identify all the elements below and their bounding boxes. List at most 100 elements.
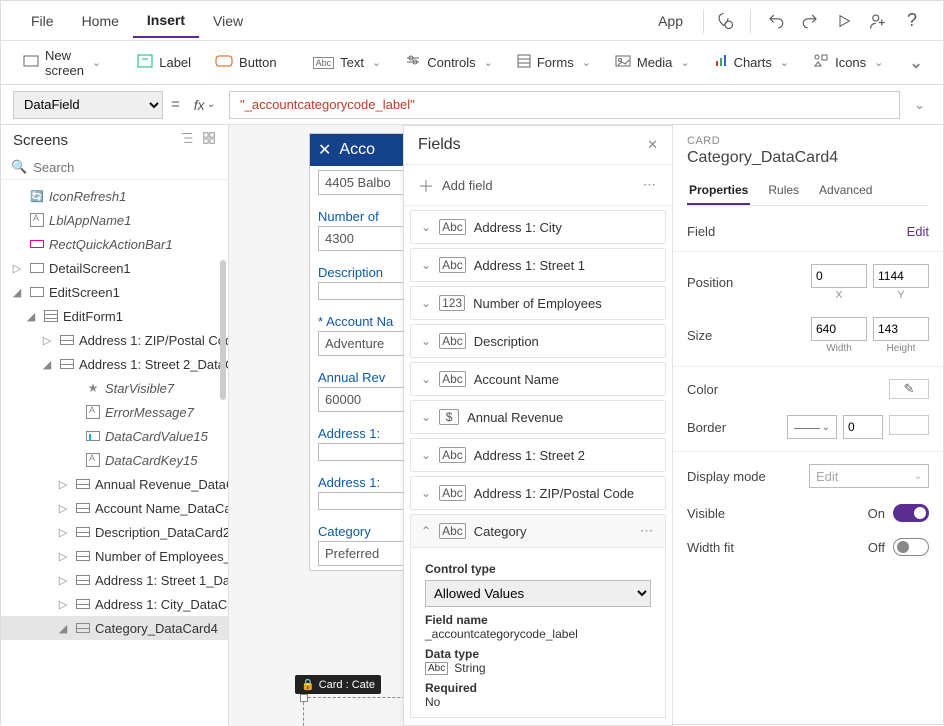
field-item[interactable]: ⌄123Number of Employees	[410, 286, 666, 320]
tree-item[interactable]: ▷Number of Employees_Data	[1, 544, 228, 568]
field-item[interactable]: ⌄$Annual Revenue	[410, 400, 666, 434]
formula-input[interactable]: "_accountcategorycode_label"	[229, 91, 900, 119]
tb-label[interactable]: Label	[127, 48, 201, 77]
help-icon[interactable]: ?	[897, 6, 927, 36]
size-height-input[interactable]	[873, 317, 929, 341]
tb-charts[interactable]: Charts⌄	[704, 48, 800, 77]
display-mode-select[interactable]: Edit⌄	[809, 464, 929, 488]
tree-item[interactable]: ▷ Address 1: City_DataCard2	[1, 592, 228, 616]
tb-media[interactable]: Media⌄	[605, 49, 700, 76]
expander-icon[interactable]: ▷	[9, 260, 25, 276]
expander-icon[interactable]: ▷	[55, 572, 71, 588]
color-swatch[interactable]: ✎	[889, 379, 929, 399]
visible-toggle[interactable]	[893, 504, 929, 522]
border-color-swatch[interactable]	[889, 415, 929, 435]
expander-icon[interactable]: ◢	[23, 308, 39, 324]
menu-file[interactable]: File	[17, 5, 68, 37]
border-width-input[interactable]	[843, 415, 883, 439]
edit-field-link[interactable]: Edit	[907, 224, 929, 239]
widthfit-toggle[interactable]	[893, 538, 929, 556]
expander-icon[interactable]: ◢	[9, 284, 25, 300]
field-item[interactable]: ⌄AbcAddress 1: ZIP/Postal Code	[410, 476, 666, 510]
menu-insert[interactable]: Insert	[133, 4, 199, 38]
size-width-input[interactable]	[811, 317, 867, 341]
field-item[interactable]: ⌄AbcAddress 1: City	[410, 210, 666, 244]
more-icon[interactable]: ⋯	[640, 523, 655, 539]
node-icon	[75, 596, 91, 612]
expander-icon[interactable]: ▷	[55, 476, 71, 492]
prop-field[interactable]: Field Edit	[687, 216, 929, 247]
card-lock-badge: 🔒Card : Cate	[295, 675, 381, 694]
tree-item[interactable]: ▷Account Name_DataCard2	[1, 496, 228, 520]
plus-icon: ＋	[418, 173, 434, 197]
tree-item[interactable]: ▷Address 1: Street 1_DataCar	[1, 568, 228, 592]
tab-advanced[interactable]: Advanced	[817, 177, 874, 205]
tree-item[interactable]: ErrorMessage7	[1, 400, 228, 424]
add-field-button[interactable]: ＋ Add field ⋯	[404, 165, 672, 206]
lock-icon: 🔒	[301, 678, 315, 691]
tree-item-label: Address 1: City_DataCard2	[95, 597, 228, 612]
more-icon[interactable]: ⋯	[643, 177, 658, 193]
property-selector[interactable]: DataField	[13, 91, 163, 119]
border-style-select[interactable]: ——⌄	[787, 415, 837, 439]
tree-item[interactable]: ◢Address 1: Street 2_DataCar	[1, 352, 228, 376]
menu-view[interactable]: View	[199, 5, 257, 37]
tree-item[interactable]: DataCardKey15	[1, 448, 228, 472]
tb-button[interactable]: Button	[205, 49, 287, 76]
node-icon: ★	[85, 380, 101, 396]
tb-forms[interactable]: Forms⌄	[507, 48, 601, 77]
tree-item[interactable]: ◢EditForm1	[1, 304, 228, 328]
expander-icon[interactable]: ▷	[55, 596, 71, 612]
tree-item[interactable]: ◢EditScreen1	[1, 280, 228, 304]
tree-item[interactable]: ▷Annual Revenue_DataCard2	[1, 472, 228, 496]
menu-home[interactable]: Home	[68, 5, 133, 37]
field-item[interactable]: ⌄AbcAccount Name	[410, 362, 666, 396]
tb-overflow[interactable]: ⌄	[897, 47, 932, 79]
tb-text[interactable]: AbcText⌄	[303, 49, 392, 76]
scrollbar[interactable]	[220, 260, 226, 400]
thumbnail-view-icon[interactable]	[202, 131, 216, 149]
expander-icon[interactable]: ◢	[39, 356, 55, 372]
field-item[interactable]: ⌄AbcAddress 1: Street 1	[410, 248, 666, 282]
share-icon[interactable]	[863, 6, 893, 36]
expander-icon[interactable]: ▷	[55, 548, 71, 564]
control-type-select[interactable]: Allowed Values	[425, 580, 651, 607]
menu-app[interactable]: App	[644, 5, 697, 37]
tree-item[interactable]: ▷DetailScreen1	[1, 256, 228, 280]
expander-icon[interactable]: ▷	[55, 524, 71, 540]
field-item[interactable]: ⌃AbcCategory⋯	[410, 514, 666, 548]
field-item[interactable]: ⌄AbcAddress 1: Street 2	[410, 438, 666, 472]
undo-icon[interactable]	[761, 6, 791, 36]
tree-view-icon[interactable]	[180, 131, 194, 149]
tb-icons[interactable]: Icons⌄	[803, 48, 893, 77]
expander-icon[interactable]: ◢	[55, 620, 71, 636]
tree-item[interactable]: ★StarVisible7	[1, 376, 228, 400]
play-icon[interactable]	[829, 6, 859, 36]
tree-item[interactable]: ▷Address 1: ZIP/Postal Code_	[1, 328, 228, 352]
tree-item[interactable]: DataCardValue15	[1, 424, 228, 448]
formula-expand[interactable]: ⌄	[908, 97, 931, 113]
field-item[interactable]: ⌄AbcDescription	[410, 324, 666, 358]
tb-new-screen[interactable]: New screen⌄	[13, 42, 111, 84]
tb-controls[interactable]: Controls⌄	[395, 49, 503, 76]
expander-icon[interactable]: ▷	[39, 332, 55, 348]
field-item-label: Address 1: Street 2	[474, 448, 585, 463]
screens-search-input[interactable]	[33, 160, 218, 175]
tree-item[interactable]: ▷Description_DataCard2	[1, 520, 228, 544]
expander-icon[interactable]: ▷	[55, 500, 71, 516]
fx-button[interactable]: fx⌄	[188, 97, 221, 113]
tree-item[interactable]: RectQuickActionBar1	[1, 232, 228, 256]
chevron-down-icon: ⌄	[484, 56, 493, 69]
tree-item[interactable]: LblAppName1	[1, 208, 228, 232]
card-kicker: CARD	[687, 135, 929, 147]
redo-icon[interactable]	[795, 6, 825, 36]
close-icon[interactable]: ✕	[647, 137, 658, 153]
checker-icon[interactable]	[710, 6, 740, 36]
position-x-input[interactable]	[811, 264, 867, 288]
tab-rules[interactable]: Rules	[766, 177, 801, 205]
close-icon[interactable]: ✕	[318, 140, 331, 160]
position-y-input[interactable]	[873, 264, 929, 288]
tree-item[interactable]: ◢Category_DataCard4	[1, 616, 228, 640]
tree-item[interactable]: IconRefresh1	[1, 184, 228, 208]
tab-properties[interactable]: Properties	[687, 177, 750, 205]
